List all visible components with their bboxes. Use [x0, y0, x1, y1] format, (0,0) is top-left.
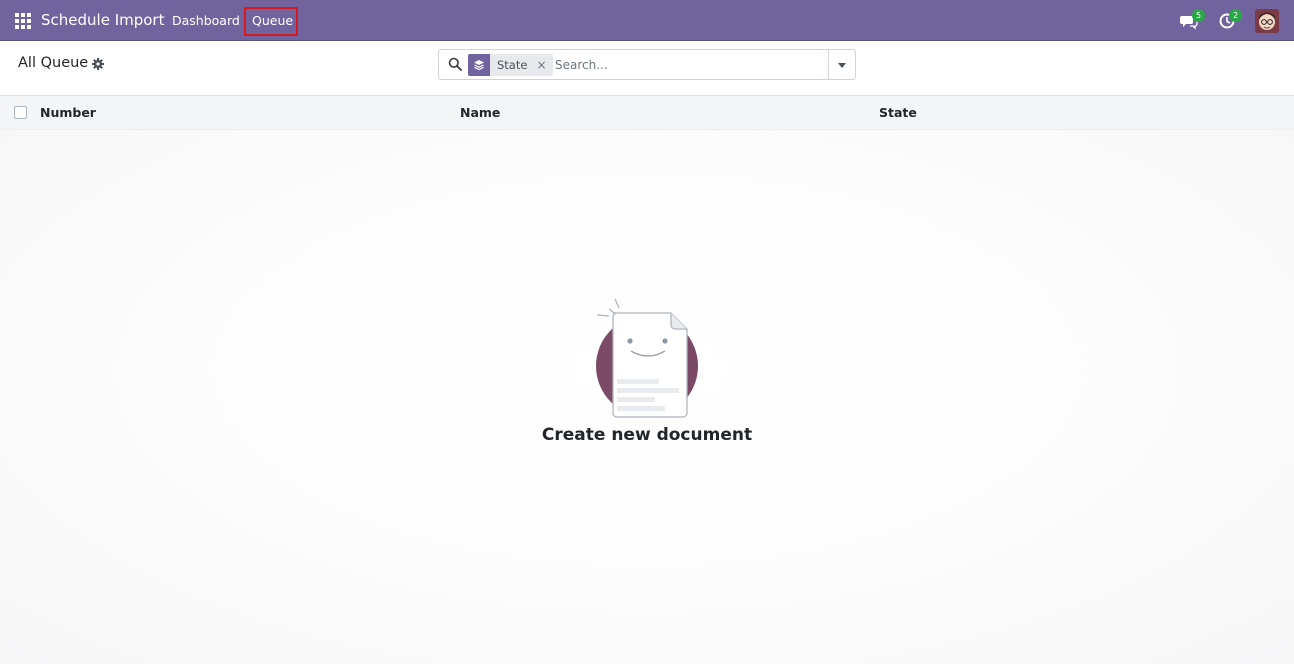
column-header-state[interactable]: State [879, 105, 917, 120]
facet-label: State × [490, 54, 553, 76]
search-input[interactable] [555, 56, 820, 74]
search-bar[interactable]: State × [438, 49, 829, 80]
app-title[interactable]: Schedule Import [41, 11, 164, 29]
control-panel: All Queue State × [0, 41, 1294, 96]
messages-count-badge: 5 [1192, 9, 1205, 22]
user-avatar[interactable] [1255, 9, 1279, 33]
column-header-number[interactable]: Number [40, 105, 96, 120]
page-title: All Queue [18, 55, 89, 71]
empty-document-illustration [596, 298, 698, 418]
layers-icon [468, 54, 490, 76]
caret-down-icon [838, 63, 846, 68]
activities-count-badge: 2 [1229, 9, 1242, 22]
column-header-name[interactable]: Name [460, 105, 500, 120]
search-options-toggle[interactable] [828, 49, 856, 80]
gear-icon[interactable] [92, 58, 104, 70]
menu-dashboard[interactable]: Dashboard [172, 13, 240, 28]
list-header: Number Name State [0, 96, 1294, 130]
select-all-checkbox[interactable] [14, 106, 27, 119]
search-facet-state: State × [468, 54, 553, 76]
facet-value: State [497, 58, 528, 72]
menu-queue[interactable]: Queue [252, 13, 293, 28]
search-icon [448, 57, 462, 71]
apps-grid-icon[interactable] [15, 13, 31, 29]
empty-state-title[interactable]: Create new document [0, 425, 1294, 445]
top-navbar: Schedule Import Dashboard Queue 5 2 [0, 0, 1294, 41]
facet-remove-icon[interactable]: × [536, 58, 546, 72]
